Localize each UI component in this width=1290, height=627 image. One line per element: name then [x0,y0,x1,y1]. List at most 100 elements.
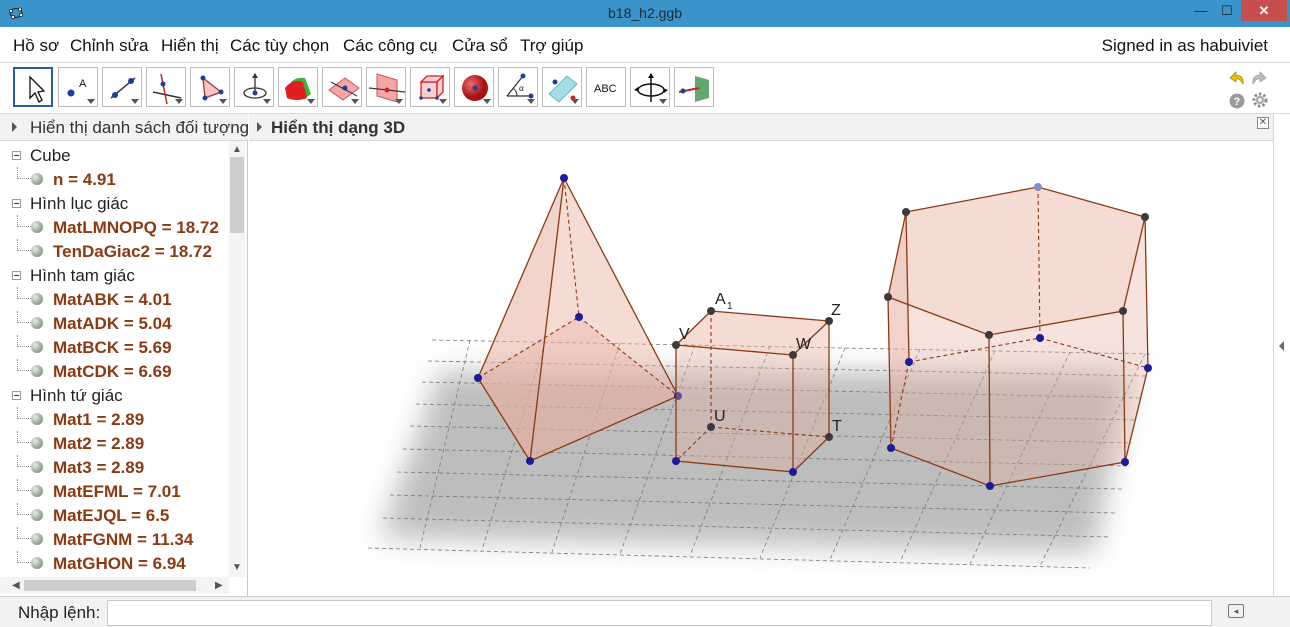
vertex-point[interactable] [905,358,913,366]
tree-item[interactable]: Mat3 = 2.89 [0,455,228,479]
vertex-point[interactable] [1144,364,1152,372]
intersect-tool-button[interactable] [278,67,318,107]
polygon-tool-button[interactable] [190,67,230,107]
menu-file[interactable]: Hồ sơ [13,36,59,56]
visibility-toggle-icon[interactable] [31,221,43,233]
visibility-toggle-icon[interactable] [31,557,43,569]
tree-group-hexagon[interactable]: Hình lục giác [0,191,228,215]
tree-group-cube[interactable]: Cube [0,143,228,167]
scroll-thumb[interactable] [230,157,244,233]
tree-item[interactable]: Mat2 = 2.89 [0,431,228,455]
tree-group-triangle[interactable]: Hình tam giác [0,263,228,287]
tree-item[interactable]: MatGHON = 6.94 [0,551,228,575]
visibility-toggle-icon[interactable] [31,437,43,449]
scroll-down-icon[interactable]: ▼ [232,563,242,573]
perpendicular-plane-tool-button[interactable] [366,67,406,107]
plane-tool-button[interactable] [322,67,362,107]
side-panel-toggle[interactable] [1273,114,1290,596]
vertex-point[interactable] [1034,183,1042,191]
tree-item[interactable]: MatEFML = 7.01 [0,479,228,503]
menu-help[interactable]: Trợ giúp [520,36,583,56]
text-tool-button[interactable]: ABC [586,67,626,107]
graphics-3d-header[interactable]: Hiển thị dạng 3D ✕ [249,114,1273,141]
collapse-icon[interactable] [12,271,21,280]
vertex-point[interactable] [526,457,534,465]
tree-item[interactable]: MatADK = 5.04 [0,311,228,335]
sphere-tool-button[interactable] [454,67,494,107]
vertex-point[interactable] [474,374,482,382]
undo-icon[interactable] [1226,69,1246,87]
menu-edit[interactable]: Chỉnh sửa [70,36,148,56]
visibility-toggle-icon[interactable] [31,245,43,257]
close-window-button[interactable]: ✕ [1241,0,1287,21]
tree-item[interactable]: MatEJQL = 6.5 [0,503,228,527]
visibility-toggle-icon[interactable] [31,485,43,497]
menu-tools[interactable]: Các công cụ [343,36,438,56]
menu-options[interactable]: Các tùy chọn [230,36,329,56]
menu-view[interactable]: Hiển thị [161,36,219,56]
vertex-point[interactable] [789,468,797,476]
visibility-toggle-icon[interactable] [31,461,43,473]
collapse-arrow-icon[interactable] [1279,341,1284,351]
algebra-view-header[interactable]: Hiển thị danh sách đối tượng [0,114,248,141]
help-icon[interactable]: ? [1229,93,1245,109]
visibility-toggle-icon[interactable] [31,533,43,545]
point-tool-button[interactable]: A [58,67,98,107]
tree-item[interactable]: MatBCK = 5.69 [0,335,228,359]
command-input[interactable] [107,600,1212,626]
scroll-right-icon[interactable]: ▶ [215,580,223,591]
tree-item[interactable]: Mat1 = 2.89 [0,407,228,431]
vertex-point[interactable] [1119,307,1127,315]
visibility-toggle-icon[interactable] [31,317,43,329]
reflect-tool-button[interactable] [542,67,582,107]
perpendicular-tool-button[interactable] [146,67,186,107]
scroll-up-icon[interactable]: ▲ [232,145,242,155]
redo-icon[interactable] [1250,69,1270,87]
3d-canvas[interactable]: A 1 Z V W U T [249,141,1273,596]
scroll-thumb[interactable] [24,580,196,591]
scroll-left-icon[interactable]: ◀ [12,580,20,591]
visibility-toggle-icon[interactable] [31,365,43,377]
collapse-icon[interactable] [12,391,21,400]
visibility-toggle-icon[interactable] [31,413,43,425]
collapse-icon[interactable] [12,199,21,208]
vertex-point[interactable] [986,482,994,490]
tree-item[interactable]: MatLMNOPQ = 18.72 [0,215,228,239]
tree-item[interactable]: MatCDK = 6.69 [0,359,228,383]
move-tool-button[interactable] [13,67,53,107]
tree-item[interactable]: MatABK = 4.01 [0,287,228,311]
close-view-button[interactable]: ✕ [1257,117,1269,129]
visibility-toggle-icon[interactable] [31,509,43,521]
rotate-view-tool-button[interactable] [630,67,670,107]
vertex-point[interactable] [884,293,892,301]
maximize-button[interactable]: ☐ [1214,0,1240,21]
tree-item[interactable]: MatFGNM = 11.34 [0,527,228,551]
vertex-point[interactable] [1121,458,1129,466]
vertex-point[interactable] [902,208,910,216]
angle-tool-button[interactable]: α [498,67,538,107]
vertex-point[interactable] [1141,213,1149,221]
hexagonal-prism-solid[interactable] [884,183,1152,490]
keyboard-toggle-icon[interactable]: ◂ [1228,604,1244,618]
expand-triangle-icon[interactable] [12,122,17,132]
vertex-point[interactable] [887,444,895,452]
signed-in-status[interactable]: Signed in as habuiviet [1102,36,1268,56]
line-tool-button[interactable] [102,67,142,107]
minimize-button[interactable]: — [1188,0,1214,21]
vertical-scrollbar[interactable]: ▲ ▼ [229,141,245,577]
visibility-toggle-icon[interactable] [31,341,43,353]
tree-group-quadrilateral[interactable]: Hình tứ giác [0,383,228,407]
visibility-toggle-icon[interactable] [31,293,43,305]
pyramid-tool-button[interactable] [410,67,450,107]
expand-triangle-icon[interactable] [257,122,262,132]
cube-solid[interactable]: A 1 Z V W U T [672,291,842,476]
vertex-point[interactable] [672,457,680,465]
gear-icon[interactable] [1251,91,1269,109]
vertex-point[interactable] [1036,334,1044,342]
vertex-point[interactable] [707,307,715,315]
circle-axis-tool-button[interactable] [234,67,274,107]
visibility-toggle-icon[interactable] [31,173,43,185]
vertex-point[interactable] [560,174,568,182]
tree-item[interactable]: n = 4.91 [0,167,228,191]
collapse-icon[interactable] [12,151,21,160]
